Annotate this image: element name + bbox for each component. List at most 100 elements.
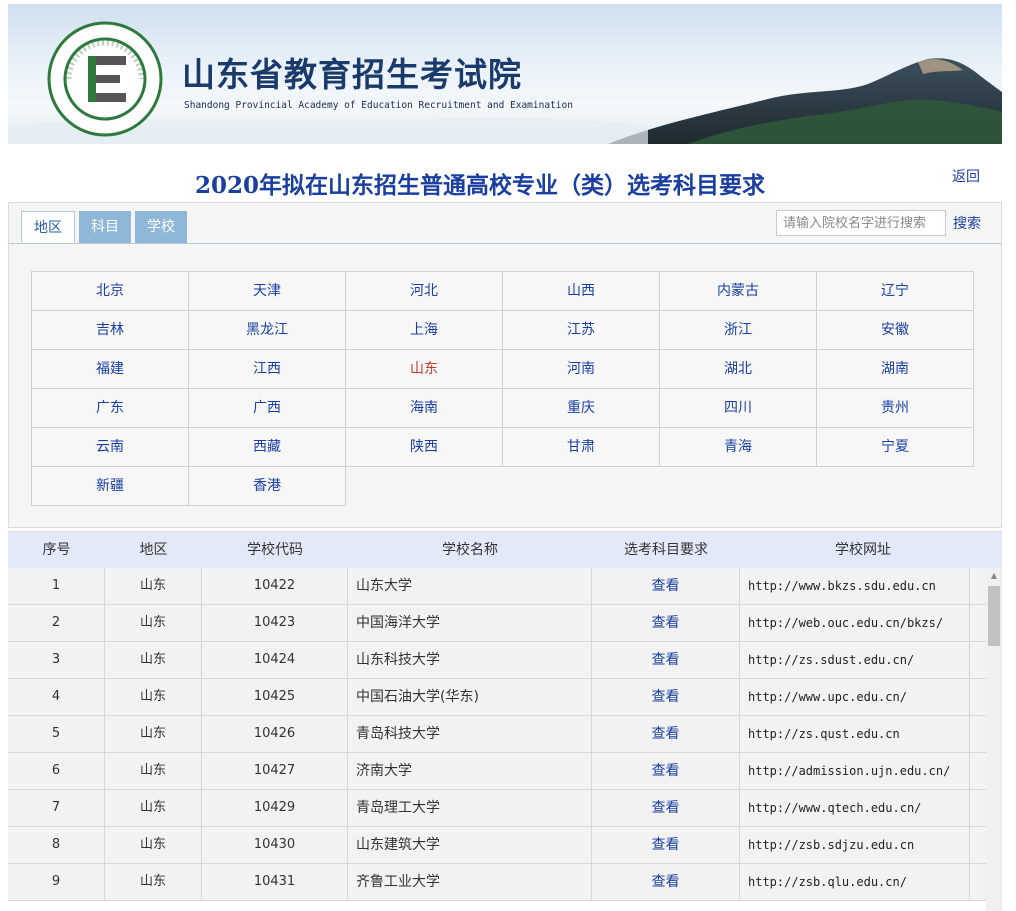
table-row: 2 山东 10423 中国海洋大学 查看 http://web.ouc.edu.cn/bk… bbox=[8, 605, 986, 642]
region-item[interactable]: 甘肃 bbox=[503, 428, 660, 467]
view-requirements-link[interactable]: 查看 bbox=[592, 642, 740, 678]
cell-school-name: 山东大学 bbox=[348, 568, 592, 604]
cell-school-code: 10431 bbox=[202, 864, 348, 900]
cell-school-website[interactable]: http://www.upc.edu.cn/ bbox=[740, 679, 970, 715]
region-item[interactable]: 安徽 bbox=[817, 311, 974, 350]
header-school-website: 学校网址 bbox=[835, 542, 891, 558]
view-requirements-link[interactable]: 查看 bbox=[592, 864, 740, 900]
cell-school-name: 济南大学 bbox=[348, 753, 592, 789]
cell-region: 山东 bbox=[105, 864, 202, 900]
tab-school[interactable]: 学校 bbox=[135, 211, 187, 243]
cell-school-website[interactable]: http://www.qtech.edu.cn/ bbox=[740, 790, 970, 826]
tab-subject[interactable]: 科目 bbox=[79, 211, 131, 243]
region-item[interactable]: 上海 bbox=[346, 311, 503, 350]
page-title: 2020年拟在山东招生普通高校专业（类）选考科目要求 bbox=[194, 172, 765, 199]
cell-school-name: 山东科技大学 bbox=[348, 642, 592, 678]
region-item[interactable]: 江西 bbox=[189, 350, 346, 389]
table-row: 3 山东 10424 山东科技大学 查看 http://zs.sdust.edu.cn/ bbox=[8, 642, 986, 679]
view-requirements-link[interactable]: 查看 bbox=[592, 679, 740, 715]
cell-index: 3 bbox=[8, 642, 105, 678]
region-item[interactable]: 广西 bbox=[189, 389, 346, 428]
cell-school-website[interactable]: http://zs.sdust.edu.cn/ bbox=[740, 642, 970, 678]
region-item[interactable]: 四川 bbox=[660, 389, 817, 428]
filter-panel: 地区 科目 学校 搜索 北京天津河北山西内蒙古辽宁吉林黑龙江上海江苏浙江安徽福建… bbox=[8, 202, 1002, 528]
region-item[interactable]: 湖南 bbox=[817, 350, 974, 389]
cell-school-name: 中国海洋大学 bbox=[348, 605, 592, 641]
table-row: 5 山东 10426 青岛科技大学 查看 http://zs.qust.edu.cn bbox=[8, 716, 986, 753]
tab-region[interactable]: 地区 bbox=[21, 211, 75, 243]
region-item[interactable]: 河南 bbox=[503, 350, 660, 389]
cell-school-website[interactable]: http://web.ouc.edu.cn/bkzs/ bbox=[740, 605, 970, 641]
cell-school-name: 青岛理工大学 bbox=[348, 790, 592, 826]
region-item[interactable]: 青海 bbox=[660, 428, 817, 467]
scroll-thumb[interactable] bbox=[988, 586, 1000, 646]
region-item[interactable]: 海南 bbox=[346, 389, 503, 428]
cell-index: 2 bbox=[8, 605, 105, 641]
view-requirements-link[interactable]: 查看 bbox=[592, 753, 740, 789]
region-item[interactable]: 新疆 bbox=[32, 467, 189, 506]
cell-region: 山东 bbox=[105, 790, 202, 826]
region-item[interactable]: 贵州 bbox=[817, 389, 974, 428]
table-scrollbar[interactable]: ▲ bbox=[986, 568, 1002, 911]
region-item[interactable]: 陕西 bbox=[346, 428, 503, 467]
academy-logo bbox=[46, 20, 164, 138]
cell-school-name: 青岛科技大学 bbox=[348, 716, 592, 752]
cell-region: 山东 bbox=[105, 679, 202, 715]
view-requirements-link[interactable]: 查看 bbox=[592, 790, 740, 826]
filter-tabs: 地区 科目 学校 bbox=[21, 211, 191, 243]
region-item[interactable]: 香港 bbox=[189, 467, 346, 506]
region-item[interactable]: 辽宁 bbox=[817, 272, 974, 311]
cell-school-name: 中国石油大学(华东) bbox=[348, 679, 592, 715]
cell-index: 5 bbox=[8, 716, 105, 752]
table-row: 9 山东 10431 齐鲁工业大学 查看 http://zsb.qlu.edu.cn/ bbox=[8, 864, 986, 901]
cell-school-website[interactable]: http://www.bkzs.sdu.edu.cn bbox=[740, 568, 970, 604]
region-grid: 北京 天津 河北 山西 内蒙古 辽宁吉林 黑龙江 上海 江苏 浙江 安徽福建 江西 山东 河南 湖北 湖南广东… bbox=[31, 271, 974, 506]
cell-school-website[interactable]: http://zsb.sdjzu.edu.cn bbox=[740, 827, 970, 863]
cell-index: 7 bbox=[8, 790, 105, 826]
table-row: 6 山东 10427 济南大学 查看 http://admission.ujn.edu.c… bbox=[8, 753, 986, 790]
header-subject-requirements: 选考科目要求 bbox=[624, 542, 708, 558]
cell-region: 山东 bbox=[105, 827, 202, 863]
cell-school-code: 10427 bbox=[202, 753, 348, 789]
view-requirements-link[interactable]: 查看 bbox=[592, 568, 740, 604]
cell-region: 山东 bbox=[105, 568, 202, 604]
cell-school-website[interactable]: http://zsb.qlu.edu.cn/ bbox=[740, 864, 970, 900]
region-item[interactable]: 河北 bbox=[346, 272, 503, 311]
view-requirements-link[interactable]: 查看 bbox=[592, 605, 740, 641]
search-button[interactable]: 搜索 bbox=[953, 213, 981, 233]
region-item[interactable]: 西藏 bbox=[189, 428, 346, 467]
region-item[interactable]: 吉林 bbox=[32, 311, 189, 350]
region-item[interactable]: 宁夏 bbox=[817, 428, 974, 467]
region-item[interactable]: 重庆 bbox=[503, 389, 660, 428]
cell-school-website[interactable]: http://zs.qust.edu.cn bbox=[740, 716, 970, 752]
cell-school-code: 10429 bbox=[202, 790, 348, 826]
table-header: 序号 地区 学校代码 学校名称 选考科目要求 学校网址 bbox=[8, 531, 1002, 568]
region-item[interactable]: 江苏 bbox=[503, 311, 660, 350]
cell-region: 山东 bbox=[105, 642, 202, 678]
region-item[interactable]: 山西 bbox=[503, 272, 660, 311]
region-item[interactable]: 浙江 bbox=[660, 311, 817, 350]
region-item[interactable]: 广东 bbox=[32, 389, 189, 428]
search-input[interactable] bbox=[776, 210, 946, 236]
cell-school-code: 10424 bbox=[202, 642, 348, 678]
view-requirements-link[interactable]: 查看 bbox=[592, 827, 740, 863]
region-item[interactable]: 湖北 bbox=[660, 350, 817, 389]
cell-school-website[interactable]: http://admission.ujn.edu.cn/ bbox=[740, 753, 970, 789]
region-item[interactable]: 福建 bbox=[32, 350, 189, 389]
cell-region: 山东 bbox=[105, 753, 202, 789]
region-item[interactable]: 内蒙古 bbox=[660, 272, 817, 311]
region-item[interactable]: 北京 bbox=[32, 272, 189, 311]
region-item[interactable]: 黑龙江 bbox=[189, 311, 346, 350]
cell-school-code: 10426 bbox=[202, 716, 348, 752]
cell-school-name: 齐鲁工业大学 bbox=[348, 864, 592, 900]
table-row: 8 山东 10430 山东建筑大学 查看 http://zsb.sdjzu.edu.cn bbox=[8, 827, 986, 864]
region-item[interactable]: 云南 bbox=[32, 428, 189, 467]
back-link[interactable]: 返回 bbox=[952, 166, 980, 186]
scroll-up-icon[interactable]: ▲ bbox=[986, 568, 1002, 584]
tab-divider bbox=[9, 243, 1001, 244]
region-item[interactable]: 天津 bbox=[189, 272, 346, 311]
cell-school-code: 10425 bbox=[202, 679, 348, 715]
view-requirements-link[interactable]: 查看 bbox=[592, 716, 740, 752]
region-item[interactable]: 山东 bbox=[346, 350, 503, 389]
header-school-code: 学校代码 bbox=[247, 542, 303, 558]
